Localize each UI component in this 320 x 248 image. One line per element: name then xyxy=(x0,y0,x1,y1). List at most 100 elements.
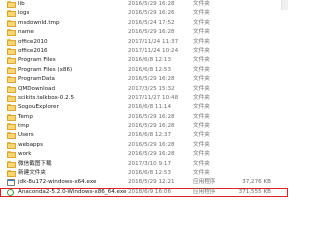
file-row[interactable]: QMDownload 2017/3/25 15:32 文件夹 xyxy=(0,85,288,94)
file-name: webapps xyxy=(18,141,44,148)
file-type: 文件夹 xyxy=(193,123,210,130)
file-date: 2016/5/29 16:28 xyxy=(128,141,175,148)
file-date: 2016/5/29 16:28 xyxy=(128,151,175,158)
file-date: 2017/3/25 15:32 xyxy=(128,85,175,92)
file-name: msdownld.tmp xyxy=(18,19,60,26)
file-type: 文件夹 xyxy=(193,132,210,139)
file-date: 2016/5/29 16:28 xyxy=(128,76,175,83)
folder-icon xyxy=(7,76,16,84)
file-date: 2016/6/8 12:37 xyxy=(128,132,172,139)
file-name: 微信截图下载 xyxy=(18,160,52,167)
folder-icon xyxy=(7,85,16,93)
file-name: Temp xyxy=(18,113,33,120)
file-name: ProgramData xyxy=(18,76,55,83)
exe-icon xyxy=(7,179,15,187)
folder-icon xyxy=(7,38,16,46)
file-row[interactable]: Temp 2016/5/29 16:28 文件夹 xyxy=(0,113,288,122)
file-type: 文件夹 xyxy=(193,1,210,7)
file-date: 2016/6/8 12:53 xyxy=(128,66,172,73)
file-date: 2016/5/24 17:52 xyxy=(128,19,175,26)
file-size: 371,555 KB xyxy=(238,188,271,195)
file-type: 应用程序 xyxy=(193,188,216,195)
folder-icon xyxy=(7,1,16,8)
file-type: 文件夹 xyxy=(193,29,210,36)
file-name: lib xyxy=(18,1,25,7)
file-date: 2016/6/8 12:13 xyxy=(128,57,172,64)
file-row[interactable]: msdownld.tmp 2016/5/24 17:52 文件夹 xyxy=(0,19,288,28)
file-date: 2018/5/29 12:21 xyxy=(128,179,175,186)
file-type: 文件夹 xyxy=(193,38,210,45)
file-type: 文件夹 xyxy=(193,151,210,158)
file-size: 37,276 KB xyxy=(242,179,271,186)
folder-icon xyxy=(7,160,16,168)
file-date: 2016/6/8 12:53 xyxy=(128,170,172,177)
file-date: 2017/3/10 9:17 xyxy=(128,160,172,167)
file-list: lib 2016/5/29 16:28 文件夹 logs 2016/5/29 16:26… xyxy=(0,0,288,198)
file-name: office2016 xyxy=(18,47,48,54)
folder-icon xyxy=(7,123,16,131)
file-row[interactable]: Anaconda2-5.2.0-Windows-x86_64.exe 2018/6… xyxy=(0,187,288,198)
file-row[interactable]: tmp 2016/5/29 16:28 文件夹 xyxy=(0,122,288,131)
file-name: tmp xyxy=(18,123,30,130)
file-row[interactable]: office2010 2017/11/24 11:37 文件夹 xyxy=(0,38,288,47)
file-row[interactable]: ProgramData 2016/5/29 16:28 文件夹 xyxy=(0,75,288,84)
file-type: 文件夹 xyxy=(193,66,210,73)
file-type: 文件夹 xyxy=(193,76,210,83)
folder-icon xyxy=(7,94,16,102)
file-date: 2016/5/29 16:28 xyxy=(128,29,175,36)
file-row[interactable]: webapps 2016/5/29 16:28 文件夹 xyxy=(0,141,288,150)
file-type: 文件夹 xyxy=(193,160,210,167)
file-row[interactable]: Users 2016/6/8 12:37 文件夹 xyxy=(0,131,288,140)
file-date: 2016/5/29 16:26 xyxy=(128,10,175,17)
folder-icon xyxy=(7,104,16,112)
file-type: 文件夹 xyxy=(193,19,210,26)
folder-icon xyxy=(7,170,16,178)
file-type: 文件夹 xyxy=(193,10,210,17)
folder-icon xyxy=(7,19,16,27)
file-date: 2017/11/24 11:37 xyxy=(128,38,179,45)
file-type: 文件夹 xyxy=(193,104,210,111)
file-date: 2016/6/8 11:14 xyxy=(128,104,172,111)
file-type: 文件夹 xyxy=(193,85,210,92)
anaconda-icon xyxy=(7,188,14,196)
file-type: 文件夹 xyxy=(193,141,210,148)
file-type: 文件夹 xyxy=(193,47,210,54)
file-name: Program Files xyxy=(18,57,56,64)
file-name: name xyxy=(18,29,34,36)
folder-icon xyxy=(7,47,16,55)
file-row[interactable]: logs 2016/5/29 16:26 文件夹 xyxy=(0,9,288,18)
file-name: Program Files (x86) xyxy=(18,66,73,73)
file-date: 2017/11/24 10:24 xyxy=(128,47,179,54)
file-name: Users xyxy=(18,132,34,139)
file-type: 应用程序 xyxy=(193,179,216,186)
file-row[interactable]: Program Files 2016/6/8 12:13 文件夹 xyxy=(0,56,288,65)
file-row[interactable]: office2016 2017/11/24 10:24 文件夹 xyxy=(0,47,288,56)
file-row[interactable]: 微信截图下载 2017/3/10 9:17 文件夹 xyxy=(0,160,288,169)
folder-icon xyxy=(7,66,16,74)
file-name: logs xyxy=(18,10,30,17)
file-type: 文件夹 xyxy=(193,170,210,177)
file-name: 新建文件夹 xyxy=(18,170,46,177)
file-row[interactable]: work 2016/5/29 16:28 文件夹 xyxy=(0,150,288,159)
file-row[interactable]: name 2016/5/29 16:28 文件夹 xyxy=(0,28,288,37)
folder-icon xyxy=(7,113,16,121)
file-type: 文件夹 xyxy=(193,94,210,101)
file-date: 2016/5/29 16:28 xyxy=(128,1,175,7)
file-name: office2010 xyxy=(18,38,48,45)
file-row[interactable]: SogouExplorer 2016/6/8 11:14 文件夹 xyxy=(0,103,288,112)
folder-icon xyxy=(7,10,16,18)
file-type: 文件夹 xyxy=(193,113,210,120)
file-row[interactable]: scikits.talkbox-0.2.5 2017/11/27 10:48 文件夹 xyxy=(0,94,288,103)
file-name: Anaconda2-5.2.0-Windows-x86_64.exe xyxy=(18,188,127,195)
file-row[interactable]: jdk-8u172-windows-x64.exe 2018/5/29 12:21… xyxy=(0,178,288,187)
folder-icon xyxy=(7,57,16,65)
folder-icon xyxy=(7,29,16,37)
file-row[interactable]: lib 2016/5/29 16:28 文件夹 xyxy=(0,0,288,9)
file-date: 2016/5/29 16:28 xyxy=(128,123,175,130)
file-name: QMDownload xyxy=(18,85,56,92)
file-type: 文件夹 xyxy=(193,57,210,64)
folder-icon xyxy=(7,151,16,159)
file-row[interactable]: Program Files (x86) 2016/6/8 12:53 文件夹 xyxy=(0,66,288,75)
file-row[interactable]: 新建文件夹 2016/6/8 12:53 文件夹 xyxy=(0,169,288,178)
file-date: 2016/5/29 16:28 xyxy=(128,113,175,120)
